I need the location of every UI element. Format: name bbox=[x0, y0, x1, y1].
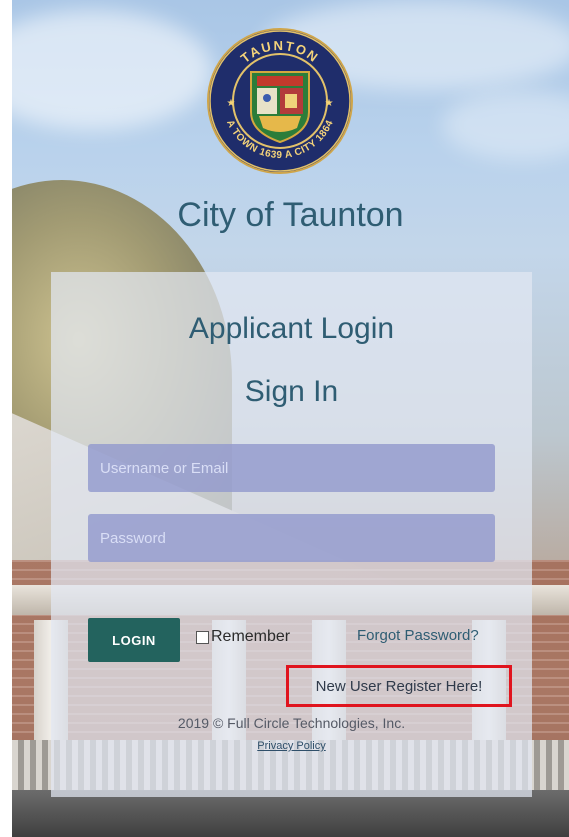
copyright-text: 2019 © Full Circle Technologies, Inc. bbox=[177, 715, 406, 731]
remember-checkbox-row[interactable]: Remember bbox=[196, 628, 290, 646]
password-input[interactable] bbox=[88, 514, 495, 562]
city-title: City of Taunton bbox=[177, 196, 404, 234]
sign-in-heading: Sign In bbox=[244, 375, 339, 408]
sky-cloud bbox=[442, 90, 569, 160]
applicant-login-heading: Applicant Login bbox=[188, 312, 395, 345]
forgot-password-link[interactable]: Forgot Password? bbox=[357, 627, 479, 644]
seal-shield-icon bbox=[250, 71, 310, 144]
svg-text:★: ★ bbox=[227, 98, 236, 109]
building-roof-band bbox=[12, 790, 569, 837]
remember-checkbox[interactable] bbox=[196, 630, 209, 644]
login-button[interactable]: LOGIN bbox=[88, 618, 180, 662]
sky-cloud bbox=[12, 10, 212, 130]
login-panel: Applicant Login Sign In LOGIN Remember F… bbox=[51, 272, 532, 797]
svg-text:★: ★ bbox=[325, 98, 334, 109]
register-highlight-box: New User Register Here! bbox=[286, 665, 512, 707]
privacy-policy-link[interactable]: Privacy Policy bbox=[51, 740, 532, 752]
new-user-register-link[interactable]: New User Register Here! bbox=[316, 678, 483, 695]
username-input[interactable] bbox=[88, 444, 495, 492]
city-seal-logo: TAUNTON A TOWN 1639 A CITY 1864 ★ ★ bbox=[207, 28, 353, 174]
remember-label: Remember bbox=[211, 628, 291, 645]
